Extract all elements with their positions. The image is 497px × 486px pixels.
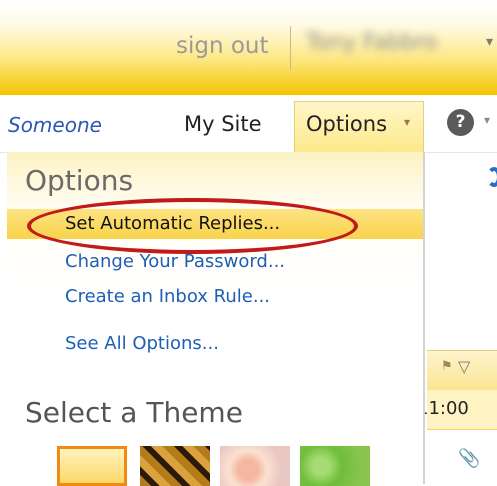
menu-item-see-all-options[interactable]: See All Options... (7, 329, 423, 359)
help-icon[interactable]: ? (447, 109, 474, 136)
attachment-icon: 📎 (458, 448, 481, 469)
chevron-down-icon[interactable]: ▾ (486, 34, 493, 50)
filter-icon[interactable]: ▽ (458, 357, 470, 376)
options-menu-button[interactable]: Options ▾ (294, 101, 424, 153)
menu-item-set-automatic-replies[interactable]: Set Automatic Replies... (7, 209, 423, 239)
theme-swatch-yellow[interactable] (57, 446, 127, 486)
chevron-down-icon[interactable]: ▾ (484, 113, 490, 127)
top-banner: sign out Tony Fabbro ▾ (0, 0, 497, 95)
user-name[interactable]: Tony Fabbro (306, 30, 437, 55)
message-row[interactable]: 11:00 (417, 390, 497, 430)
nav-my-site-link[interactable]: My Site (184, 112, 262, 136)
menu-heading: Options (25, 164, 134, 197)
theme-swatch-green[interactable] (300, 446, 370, 486)
flag-icon[interactable]: ⚑ (441, 359, 453, 374)
menu-item-create-inbox-rule[interactable]: Create an Inbox Rule... (7, 282, 423, 312)
nav-bar: Someone My Site Options ▾ ? ▾ (0, 95, 497, 153)
nav-someone-link[interactable]: Someone (8, 113, 102, 137)
divider (290, 26, 291, 70)
chevron-down-icon: ▾ (404, 115, 411, 129)
theme-swatch-floral[interactable] (220, 446, 290, 486)
sign-out-link[interactable]: sign out (176, 33, 269, 59)
options-dropdown: Options Set Automatic Replies... Change … (7, 152, 425, 486)
message-list-header: ⚑ ▽ (427, 350, 497, 390)
theme-swatch-leopard[interactable] (140, 446, 210, 486)
options-label: Options (306, 112, 388, 136)
menu-item-change-password[interactable]: Change Your Password... (7, 247, 423, 277)
theme-heading: Select a Theme (25, 396, 243, 429)
refresh-icon[interactable] (487, 167, 497, 187)
